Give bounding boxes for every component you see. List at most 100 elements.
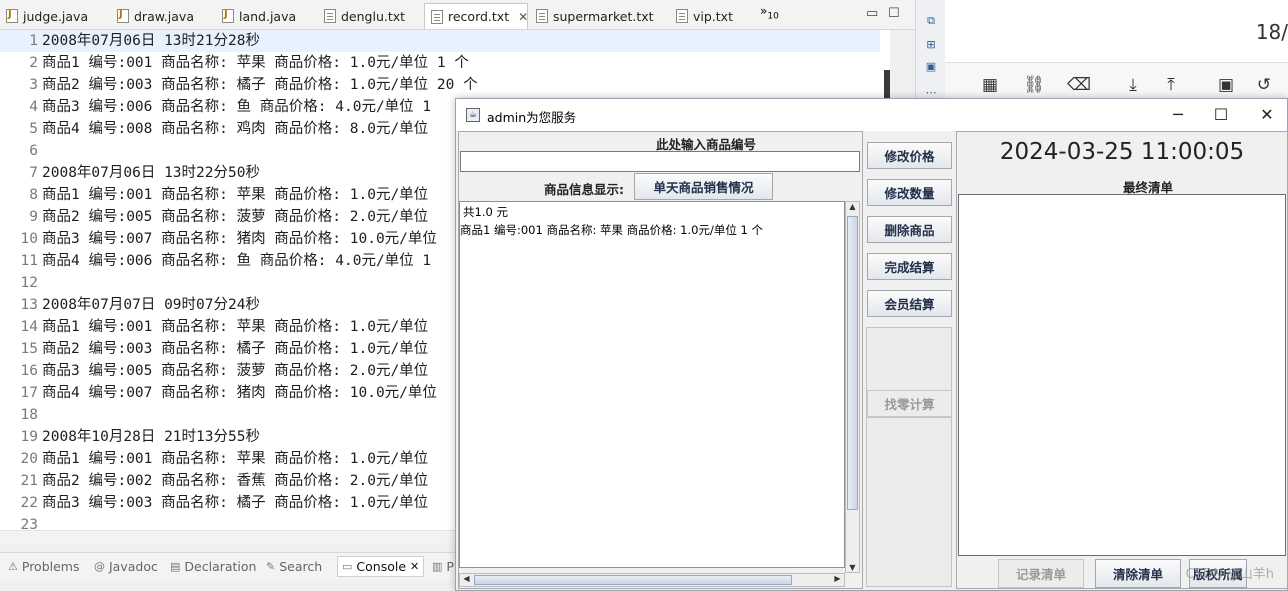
info-horizontal-scrollbar[interactable]: ◀ ▶: [459, 573, 845, 587]
line-text: 商品3 编号:006 商品名称: 鱼 商品价格: 4.0元/单位 1: [42, 99, 432, 115]
final-list-area[interactable]: [958, 194, 1286, 556]
line-text: 商品3 编号:003 商品名称: 橘子 商品价格: 1.0元/单位: [42, 495, 429, 511]
tab-overflow-button[interactable]: »10: [760, 4, 779, 21]
minimize-editor-button[interactable]: ▭: [866, 6, 878, 21]
scroll-up-icon[interactable]: ▲: [846, 202, 859, 211]
bottom-tab-label: Console: [356, 559, 407, 574]
editor-tab[interactable]: record.txt ✕: [424, 3, 528, 29]
product-code-input[interactable]: [460, 151, 860, 172]
product-info-textarea[interactable]: 共1.0 元 商品1 编号:001 商品名称: 苹果 商品价格: 1.0元/单位…: [459, 201, 845, 568]
scroll-right-icon[interactable]: ▶: [831, 574, 844, 583]
line-number: 10: [20, 231, 38, 247]
clear-list-button[interactable]: 清除清单: [1095, 559, 1181, 588]
bottom-tab[interactable]: ▤ Declaration: [170, 559, 256, 574]
line-text: 商品1 编号:001 商品名称: 苹果 商品价格: 1.0元/单位 1 个: [42, 55, 469, 71]
line-number: 11: [20, 253, 38, 269]
editor-tab[interactable]: land.java: [216, 4, 316, 28]
bottom-panel-body: [0, 580, 460, 591]
line-number: 23: [20, 517, 38, 530]
editor-tab-label: record.txt: [448, 9, 510, 24]
window-title-bar[interactable]: ☕ admin为您服务 ─ ☐ ✕: [456, 99, 1287, 131]
record-list-button[interactable]: 记录清单: [998, 559, 1084, 588]
bottom-tab[interactable]: ⚠ Problems: [8, 559, 80, 574]
java-file-icon: [117, 9, 129, 23]
info-horizontal-thumb[interactable]: [474, 575, 792, 585]
save-icon[interactable]: ▣: [1215, 75, 1237, 95]
member-checkout-button[interactable]: 会员结算: [867, 290, 952, 317]
declaration-icon: ▤: [170, 560, 181, 573]
line-text: 商品1 编号:001 商品名称: 苹果 商品价格: 1.0元/单位: [42, 451, 429, 467]
bottom-panel-tabs: ⚠ Problems @ Javadoc ▤ Declaration ✎ Search ▭ Con…: [0, 552, 460, 580]
supermarket-window: ☕ admin为您服务 ─ ☐ ✕ 此处输入商品编号 商品信息显示: 单天商品销…: [455, 98, 1288, 591]
close-tab-icon[interactable]: ✕: [518, 10, 528, 24]
java-app-icon: ☕: [466, 108, 480, 122]
delete-item-button[interactable]: 删除商品: [867, 216, 952, 243]
line-text: 2008年07月06日 13时22分50秒: [42, 165, 260, 181]
tab-overflow-count: 10: [767, 11, 779, 22]
bottom-tab-label: Declaration: [184, 559, 257, 574]
editor-tab[interactable]: denglu.txt: [318, 4, 422, 28]
bottom-tab-label: Search: [279, 559, 323, 574]
upload-icon[interactable]: ⤒: [1160, 75, 1182, 95]
checkout-button[interactable]: 完成结算: [867, 253, 952, 280]
line-number: 6: [29, 143, 38, 159]
restore-icon[interactable]: ⧉: [923, 14, 939, 28]
minimize-icon[interactable]: ─: [1166, 103, 1190, 127]
text-file-icon: [324, 9, 336, 23]
middle-lower-panel: [866, 417, 952, 587]
link-icon[interactable]: ⛓: [1023, 75, 1045, 95]
erase-icon[interactable]: ⌫: [1067, 75, 1091, 95]
bottom-tab[interactable]: ▭ Console ✕: [337, 556, 425, 577]
info-vertical-thumb[interactable]: [847, 216, 858, 510]
editor-line: 2 商品1 编号:001 商品名称: 苹果 商品价格: 1.0元/单位 1 个: [0, 52, 890, 74]
window-icon[interactable]: ▣: [923, 60, 939, 74]
download-icon[interactable]: ⤓: [1122, 75, 1144, 95]
undo-icon[interactable]: ↺: [1253, 75, 1275, 95]
daily-sales-button[interactable]: 单天商品销售情况: [634, 173, 773, 200]
line-text: 商品2 编号:003 商品名称: 橘子 商品价格: 1.0元/单位 20 个: [42, 77, 478, 93]
close-tab-icon[interactable]: ✕: [410, 560, 419, 573]
editor-tab[interactable]: draw.java: [111, 4, 215, 28]
scroll-down-icon[interactable]: ▼: [846, 563, 859, 572]
modify-quantity-button[interactable]: 修改数量: [867, 179, 952, 206]
line-text: 商品1 编号:001 商品名称: 苹果 商品价格: 1.0元/单位: [42, 187, 429, 203]
line-text: 商品4 编号:008 商品名称: 鸡肉 商品价格: 8.0元/单位: [42, 121, 429, 137]
line-text: 商品2 编号:003 商品名称: 橘子 商品价格: 1.0元/单位: [42, 341, 429, 357]
watermark: CSDN @山羊h: [1185, 567, 1274, 582]
line-text: 商品2 编号:005 商品名称: 菠萝 商品价格: 2.0元/单位: [42, 209, 429, 225]
modify-price-button[interactable]: 修改价格: [867, 142, 952, 169]
text-file-icon: [676, 9, 688, 23]
editor-tab-label: vip.txt: [693, 8, 733, 24]
change-calc-button[interactable]: 找零计算: [867, 390, 952, 417]
line-text: 商品2 编号:002 商品名称: 香蕉 商品价格: 2.0元/单位: [42, 473, 429, 489]
scroll-left-icon[interactable]: ◀: [460, 574, 473, 583]
maximize-editor-button[interactable]: ☐: [888, 6, 900, 21]
info-label: 商品信息显示:: [544, 182, 624, 197]
info-total-line: 共1.0 元: [463, 205, 508, 219]
maximize-icon[interactable]: ☐: [1209, 103, 1233, 127]
editor-tab[interactable]: judge.java: [0, 4, 110, 28]
editor-tab[interactable]: supermarket.txt: [530, 4, 668, 28]
bottom-tab-label: Problems: [21, 559, 80, 574]
editor-tab[interactable]: vip.txt: [670, 4, 755, 28]
table-icon[interactable]: ▦: [979, 75, 1001, 95]
info-vertical-scrollbar[interactable]: ▲ ▼: [845, 201, 860, 573]
bottom-tab[interactable]: ▥ P: [432, 559, 454, 574]
current-datetime: 2024-03-25 11:00:05: [999, 139, 1245, 165]
close-icon[interactable]: ✕: [1255, 103, 1279, 127]
info-item-line: 商品1 编号:001 商品名称: 苹果 商品价格: 1.0元/单位 1 个: [460, 223, 763, 237]
bottom-tab[interactable]: ✎ Search: [266, 559, 322, 574]
text-file-icon: [431, 9, 443, 24]
problems-icon: ⚠: [8, 560, 18, 573]
line-text: 2008年07月07日 09时07分24秒: [42, 297, 260, 313]
line-number: 20: [20, 451, 38, 467]
line-number: 14: [20, 319, 38, 335]
search-icon: ✎: [266, 560, 276, 573]
window-title: admin为您服务: [487, 110, 577, 125]
bottom-tab-label: Javadoc: [109, 559, 158, 574]
bottom-tab[interactable]: @ Javadoc: [94, 559, 158, 574]
line-text: 2008年10月28日 21时13分55秒: [42, 429, 260, 445]
outline-icon[interactable]: ⊞: [923, 38, 939, 52]
line-text: 商品4 编号:007 商品名称: 猪肉 商品价格: 10.0元/单位: [42, 385, 437, 401]
line-text: 商品3 编号:005 商品名称: 菠萝 商品价格: 2.0元/单位: [42, 363, 429, 379]
